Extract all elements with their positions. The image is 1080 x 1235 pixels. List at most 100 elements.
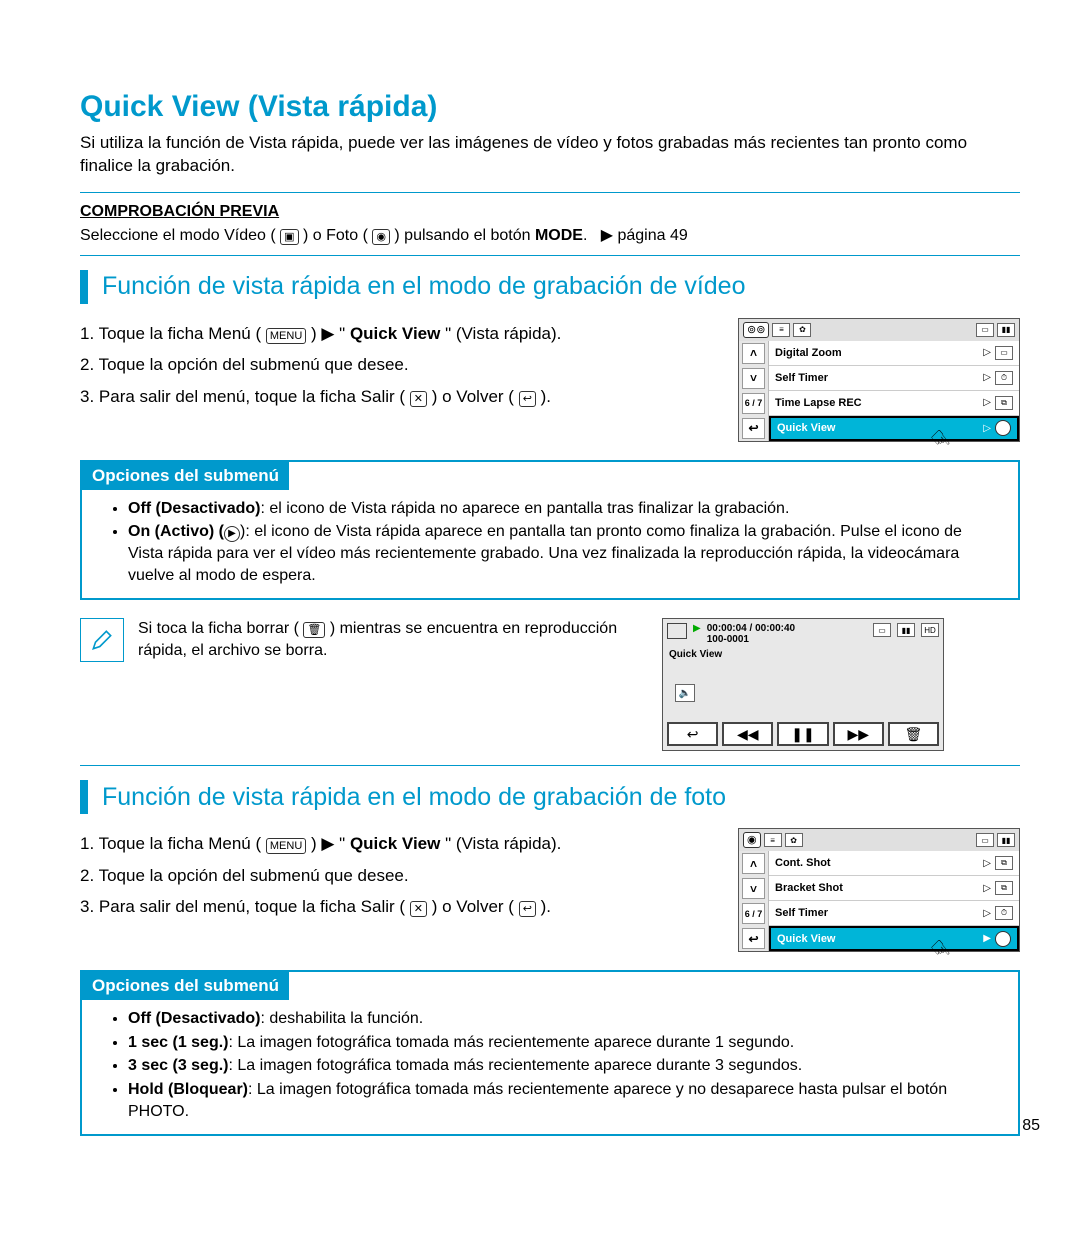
submenu-title: Opciones del submenú [82,462,289,490]
b: 3 sec (3 seg.) [128,1057,229,1074]
t: 3. Para salir del menú, toque la ficha S… [80,387,405,406]
close-icon: ✕ [410,391,427,407]
playback-screen: ▶ 00:00:04 / 00:00:40 100-0001 ▭ ▮▮ HD Q… [662,618,944,751]
t: 3. Para salir del menú, toque la ficha S… [80,897,405,916]
submenu-item: Off (Desactivado): deshabilita la funció… [128,1008,998,1030]
heading-text: Función de vista rápida en el modo de gr… [102,272,745,301]
submenu-item: Off (Desactivado): el icono de Vista ráp… [128,498,998,520]
submenu-title: Opciones del submenú [82,972,289,1000]
t: Si toca la ficha borrar ( [138,620,299,637]
submenu-item: 3 sec (3 seg.): La imagen fotográfica to… [128,1055,998,1077]
menu-item[interactable]: Cont. Shot▷⧉ [769,851,1019,876]
menu-item[interactable]: Self Timer▷⏱ [769,901,1019,926]
precheck-title: COMPROBACIÓN PREVIA [80,203,1020,221]
video-mode-icon: ▣ [280,229,298,245]
quickview-label: Quick View [350,834,440,853]
t: Seleccione el modo Vídeo ( [80,227,276,244]
submenu-item: 1 sec (1 seg.): La imagen fotográfica to… [128,1032,998,1054]
b: On (Activo) ( [128,523,224,540]
scroll-down-button[interactable]: ˅ [742,368,765,389]
photo-mode-icon: ◉ [372,229,390,245]
step-1: 1. Toque la ficha Menú ( MENU ) ▶ " Quic… [80,318,720,349]
t: : La imagen fotográfica tomada más recie… [229,1057,803,1074]
label: Digital Zoom [775,347,842,359]
label: Cont. Shot [775,857,831,869]
forward-button[interactable]: ▶▶ [833,722,884,746]
card-icon: ▭ [976,323,994,337]
t: ) o Foto ( [303,227,368,244]
label: Bracket Shot [775,882,843,894]
trash-icon: 🗑 [303,622,325,638]
label: Self Timer [775,907,828,919]
section-heading-photo: Función de vista rápida en el modo de gr… [80,780,1020,814]
camera-icon: ◉ [743,832,761,848]
time-label: 00:00:04 / 00:00:40 [707,623,795,634]
scroll-down-button[interactable]: ˅ [742,878,765,899]
back-icon: ↩ [519,391,536,407]
card-icon: ▭ [976,833,994,847]
b: 1 sec (1 seg.) [128,1034,229,1051]
rewind-button[interactable]: ◀◀ [722,722,773,746]
menu-item-active[interactable]: Quick View▷▶ [769,416,1019,441]
step-3: 3. Para salir del menú, toque la ficha S… [80,891,720,922]
b: Off (Desactivado) [128,1010,260,1027]
note-icon [80,618,124,662]
bar-icon [80,270,88,304]
t: : el icono de Vista rápida no aparece en… [260,500,789,517]
label: Quick View [777,422,836,434]
menu-item[interactable]: Bracket Shot▷⧉ [769,876,1019,901]
step-2: 2. Toque la opción del submenú que desee… [80,349,720,380]
menu-screen-video: ⊚⊚ ≡ ✿ ▭ ▮▮ ˄ ˅ 6 / 7 ↩ Digital Zoom▷▭ [738,318,1020,442]
page-title: Quick View (Vista rápida) [80,90,1020,124]
submenu-box-video: Opciones del submenú Off (Desactivado): … [80,460,1020,600]
scroll-up-button[interactable]: ˄ [742,343,765,364]
back-button[interactable]: ↩ [667,722,718,746]
t: : La imagen fotográfica tomada más recie… [229,1034,795,1051]
back-button[interactable]: ↩ [742,418,765,439]
bar-icon [80,780,88,814]
pause-button[interactable]: ❚❚ [777,722,828,746]
card-icon: ▭ [873,623,891,637]
t: ) ▶ " [311,834,345,853]
t: 1. Toque la ficha Menú ( [80,324,261,343]
play-icon: ▶ [224,526,240,542]
t: ) ▶ " [311,324,345,343]
menu-item[interactable]: Time Lapse REC▷⧉ [769,391,1019,416]
quickview-label: Quick View [669,649,937,660]
divider [80,192,1020,193]
t: : deshabilita la función. [260,1010,423,1027]
label: Quick View [777,933,836,945]
menu-tab-icon[interactable]: ≡ [772,323,790,337]
menu-screen-photo: ◉ ≡ ✿ ▭ ▮▮ ˄ ˅ 6 / 7 ↩ Cont. Shot▷⧉ [738,828,1020,952]
menu-item-active[interactable]: Quick View▶▶ [769,926,1019,951]
scroll-up-button[interactable]: ˄ [742,853,765,874]
delete-button[interactable]: 🗑 [888,722,939,746]
battery-icon: ▮▮ [997,323,1015,337]
b: Hold (Bloquear) [128,1081,248,1098]
page-counter: 6 / 7 [742,393,765,414]
t: " (Vista rápida). [445,834,561,853]
settings-tab-icon[interactable]: ✿ [785,833,803,847]
step-2: 2. Toque la opción del submenú que desee… [80,860,720,891]
menu-icon: MENU [266,838,306,854]
volume-button[interactable]: 🔈 [675,684,695,702]
divider [80,255,1020,256]
b: Off (Desactivado) [128,500,260,517]
back-button[interactable]: ↩ [742,928,765,949]
heading-text: Función de vista rápida en el modo de gr… [102,783,726,812]
back-icon: ↩ [519,901,536,917]
menu-tab-icon[interactable]: ≡ [764,833,782,847]
camcorder-icon: ⊚⊚ [743,322,769,338]
menu-item[interactable]: Self Timer▷⏱ [769,366,1019,391]
settings-tab-icon[interactable]: ✿ [793,323,811,337]
file-label: 100-0001 [707,634,795,645]
menu-item[interactable]: Digital Zoom▷▭ [769,341,1019,366]
submenu-item: Hold (Bloquear): La imagen fotográfica t… [128,1079,998,1122]
step-3: 3. Para salir del menú, toque la ficha S… [80,381,720,412]
t: ). [541,387,551,406]
hd-icon: HD [921,623,939,637]
t: ): el icono de Vista rápida aparece en p… [128,523,962,583]
t: ). [541,897,551,916]
close-icon: ✕ [410,901,427,917]
precheck-text: Seleccione el modo Vídeo ( ▣ ) o Foto ( … [80,225,1020,245]
